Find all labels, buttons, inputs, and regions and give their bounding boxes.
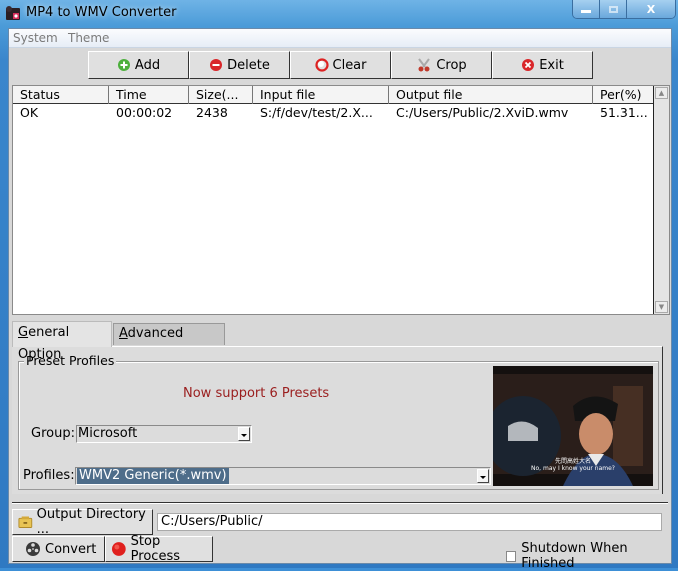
options-tabs: General Option Advanced Option Preset Pr… xyxy=(12,321,672,501)
general-option-panel: Preset Profiles Now support 6 Presets Gr… xyxy=(12,346,663,494)
delete-icon xyxy=(210,59,223,71)
maximize-icon xyxy=(608,5,618,13)
scroll-down-arrow-icon[interactable]: ▼ xyxy=(655,301,668,313)
title-bar[interactable]: MP4 to WMV Converter X xyxy=(0,0,678,28)
menu-bar: System Theme xyxy=(9,29,671,48)
chevron-down-icon[interactable] xyxy=(238,427,250,441)
output-directory-input[interactable]: C:/Users/Public/ xyxy=(157,513,662,531)
close-button[interactable]: X xyxy=(627,0,675,18)
clear-label: Clear xyxy=(332,57,367,73)
group-label: Group: xyxy=(31,426,75,441)
app-logo-icon xyxy=(6,6,20,20)
exit-icon xyxy=(522,59,535,71)
stop-process-button[interactable]: Stop Process xyxy=(105,534,213,564)
crop-button[interactable]: Crop xyxy=(391,51,492,79)
add-icon xyxy=(117,59,130,71)
column-status[interactable]: Status xyxy=(13,86,109,104)
shutdown-label: Shutdown When Finished xyxy=(521,541,628,571)
crop-label: Crop xyxy=(436,57,467,73)
add-button[interactable]: Add xyxy=(88,51,189,79)
output-directory-label: Output Directory ... xyxy=(36,507,146,537)
file-list-header: Status Time Size(... Input file Output f… xyxy=(13,86,653,104)
convert-button[interactable]: Convert xyxy=(12,536,105,562)
tab-general-option[interactable]: General Option xyxy=(12,321,112,362)
maximize-button[interactable] xyxy=(600,0,627,18)
menu-system[interactable]: System xyxy=(13,31,58,45)
minimize-icon xyxy=(581,10,591,13)
cell-status: OK xyxy=(20,105,39,120)
stop-icon xyxy=(111,542,126,556)
tab-advanced-accel: A xyxy=(119,326,128,341)
menu-theme[interactable]: Theme xyxy=(68,31,109,45)
chevron-down-icon[interactable] xyxy=(477,469,489,483)
add-label: Add xyxy=(134,57,161,73)
caption-buttons: X xyxy=(572,0,676,19)
column-time[interactable]: Time xyxy=(109,86,189,104)
profiles-label: Profiles: xyxy=(23,468,75,483)
group-select[interactable]: Microsoft xyxy=(76,425,252,443)
preset-profiles-group: Preset Profiles Now support 6 Presets Gr… xyxy=(18,353,659,490)
folder-icon xyxy=(18,516,33,528)
app-window: MP4 to WMV Converter X System Theme Add xyxy=(0,0,678,571)
minimize-button[interactable] xyxy=(573,0,600,18)
column-size[interactable]: Size(... xyxy=(189,86,253,104)
delete-label: Delete xyxy=(227,57,270,73)
client-area: System Theme Add Delete Clear Crop Exit … xyxy=(8,28,672,571)
cell-size: 2438 xyxy=(196,105,228,120)
clear-icon xyxy=(314,58,329,72)
column-output-file[interactable]: Output file xyxy=(389,86,593,104)
delete-button[interactable]: Delete xyxy=(189,51,290,79)
shutdown-when-finished-option[interactable]: Shutdown When Finished xyxy=(506,541,671,571)
tab-general-accel: G xyxy=(18,325,29,340)
file-list[interactable]: Status Time Size(... Input file Output f… xyxy=(12,85,670,315)
exit-label: Exit xyxy=(539,57,564,73)
window-title: MP4 to WMV Converter xyxy=(26,5,177,20)
stop-process-label: Stop Process xyxy=(130,534,180,564)
cell-output-file: C:/Users/Public/2.XviD.wmv xyxy=(396,105,569,120)
convert-label: Convert xyxy=(45,541,97,557)
cell-input-file: S:/f/dev/test/2.X... xyxy=(260,105,373,120)
scroll-up-arrow-icon[interactable]: ▲ xyxy=(655,87,668,99)
profiles-select[interactable]: WMV2 Generic(*.wmv) xyxy=(75,467,491,485)
preview-subtitle-cn: 先問高姓大名 xyxy=(554,458,591,465)
group-select-value: Microsoft xyxy=(78,426,138,441)
table-row[interactable]: OK 00:00:02 2438 S:/f/dev/test/2.X... C:… xyxy=(13,105,653,121)
presets-notice: Now support 6 Presets xyxy=(183,386,330,401)
profiles-select-value: WMV2 Generic(*.wmv) xyxy=(77,468,229,484)
column-input-file[interactable]: Input file xyxy=(253,86,389,104)
scissors-icon xyxy=(418,58,431,72)
column-percent[interactable]: Per(%) xyxy=(593,86,653,104)
close-icon: X xyxy=(646,2,656,16)
video-preview: 先問高姓大名 No, may I know your name? xyxy=(493,366,653,486)
vertical-scrollbar[interactable]: ▲ ▼ xyxy=(653,86,669,314)
tab-advanced-option[interactable]: Advanced Option xyxy=(113,323,225,361)
film-reel-icon xyxy=(26,542,40,556)
cell-percent: 51.31... xyxy=(600,105,648,120)
preview-subtitle-en: No, may I know your name? xyxy=(531,465,615,472)
cell-time: 00:00:02 xyxy=(116,105,173,120)
clear-button[interactable]: Clear xyxy=(290,51,391,79)
separator xyxy=(12,502,668,504)
exit-button[interactable]: Exit xyxy=(492,51,593,79)
preview-subtitle: 先問高姓大名 No, may I know your name? xyxy=(493,458,653,472)
shutdown-checkbox[interactable] xyxy=(506,550,517,562)
output-directory-button[interactable]: Output Directory ... xyxy=(12,507,153,537)
